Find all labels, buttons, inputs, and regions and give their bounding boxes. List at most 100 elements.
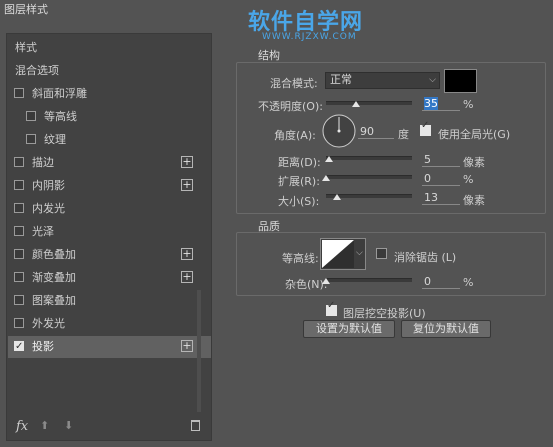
style-item-checkbox[interactable] [14,336,24,358]
style-item-checkbox[interactable] [14,318,24,328]
style-item-label: 混合选项 [15,64,59,77]
distance-unit: 像素 [463,156,485,169]
opacity-slider-track[interactable] [326,101,412,105]
knockout-label: 图层挖空投影(U) [343,307,426,320]
style-item-checkbox[interactable] [14,226,24,236]
style-item-label: 等高线 [44,110,77,123]
chevron-down-icon: ⌵ [429,75,436,85]
trash-icon[interactable] [191,420,200,431]
noise-slider-track[interactable] [326,278,412,282]
antialias-checkbox[interactable] [376,248,387,259]
style-list-panel: 样式混合选项斜面和浮雕等高线纹理描边 + 内阴影 + 内发光光泽颜色叠加 + 渐变叠加 + 图案… [6,33,212,441]
add-effect-icon[interactable]: + [181,248,193,260]
style-item-label: 渐变叠加 [32,271,76,284]
style-item-label: 内阴影 [32,179,65,192]
spread-label: 扩展(R): [278,175,320,188]
add-effect-icon[interactable]: + [181,156,193,168]
style-item-label: 光泽 [32,225,54,238]
style-item-checkbox[interactable] [14,157,24,167]
set-default-button[interactable]: 设置为默认值 [303,320,395,338]
style-item[interactable]: 内发光 [8,198,211,220]
style-item-label: 图案叠加 [32,294,76,307]
style-item-label: 内发光 [32,202,65,215]
add-effect-icon[interactable]: + [181,271,193,283]
add-effect-icon[interactable]: + [181,179,193,191]
size-unit: 像素 [463,194,485,207]
blend-mode-select[interactable]: 正常 ⌵ [325,72,440,89]
angle-dial[interactable] [321,113,357,149]
structure-title: 结构 [258,49,280,62]
contour-picker[interactable]: ⌵ [320,238,366,270]
spread-slider-track[interactable] [326,175,412,179]
window-title: 图层样式 [4,3,48,16]
opacity-value: 35 [424,97,438,110]
style-item-checkbox[interactable] [26,111,36,121]
contour-preview [322,240,354,268]
style-item[interactable]: 内阴影 + [8,175,211,197]
move-up-icon[interactable]: ⬆ [40,419,49,432]
style-item-checkbox[interactable] [14,203,24,213]
style-list-scrollbar[interactable] [197,290,201,412]
style-item[interactable]: 样式 [8,37,211,59]
knockout-checkbox[interactable] [326,300,337,316]
blend-mode-label: 混合模式: [270,77,318,90]
style-item[interactable]: 纹理 [8,129,211,151]
contour-label: 等高线: [282,252,319,265]
noise-slider-thumb[interactable] [322,278,330,284]
antialias-label: 消除锯齿 (L) [394,251,457,264]
style-item[interactable]: 颜色叠加 + [8,244,211,266]
style-item-label: 样式 [15,41,37,54]
spread-slider-thumb[interactable] [322,175,330,181]
style-item[interactable]: 图案叠加 [8,290,211,312]
size-label: 大小(S): [278,195,320,208]
style-item[interactable]: 外发光 [8,313,211,335]
fx-button[interactable]: fx [16,419,28,434]
style-item-checkbox[interactable] [14,180,24,190]
blend-mode-value: 正常 [330,73,352,86]
opacity-input[interactable]: 35 [422,97,460,111]
style-item-checkbox[interactable] [14,249,24,259]
opacity-unit: % [463,98,474,111]
style-list-footer: fx ⬆ ⬇ [8,417,200,439]
style-item[interactable]: 混合选项 [8,60,211,82]
distance-input[interactable]: 5 [422,153,460,167]
noise-unit: % [463,276,474,289]
style-item-label: 斜面和浮雕 [32,87,87,100]
style-item[interactable]: 描边 + [8,152,211,174]
style-item-checkbox[interactable] [14,272,24,282]
style-item[interactable]: 斜面和浮雕 [8,83,211,105]
size-slider-thumb[interactable] [333,194,341,200]
angle-input[interactable]: 90 [358,125,394,139]
spread-input[interactable]: 0 [422,172,460,186]
contour-chevron-icon: ⌵ [356,248,363,258]
style-item-label: 描边 [32,156,54,169]
style-item-label: 颜色叠加 [32,248,76,261]
global-light-label: 使用全局光(G) [438,128,511,141]
opacity-label: 不透明度(O): [258,100,323,113]
style-item[interactable]: 投影 + [8,336,211,358]
opacity-slider-thumb[interactable] [352,101,361,107]
reset-default-button[interactable]: 复位为默认值 [401,320,491,338]
add-effect-icon[interactable]: + [181,340,193,352]
distance-label: 距离(D): [278,156,321,169]
style-item-checkbox[interactable] [26,134,36,144]
size-input[interactable]: 13 [422,191,460,205]
style-item-label: 投影 [32,340,54,353]
angle-label: 角度(A): [274,129,316,142]
style-item[interactable]: 光泽 [8,221,211,243]
shadow-color-swatch[interactable] [444,69,477,93]
noise-input[interactable]: 0 [422,275,460,289]
style-item-checkbox[interactable] [14,88,24,98]
style-item-label: 纹理 [44,133,66,146]
style-item-checkbox[interactable] [14,295,24,305]
style-item-label: 外发光 [32,317,65,330]
distance-slider-track[interactable] [326,156,412,160]
style-item[interactable]: 渐变叠加 + [8,267,211,289]
move-down-icon[interactable]: ⬇ [64,419,73,432]
angle-unit: 度 [398,128,409,141]
global-light-checkbox[interactable] [420,120,431,136]
style-item[interactable]: 等高线 [8,106,211,128]
watermark-url: WWW.RJZXW.COM [262,32,357,42]
spread-unit: % [463,173,474,186]
distance-slider-thumb[interactable] [325,156,333,162]
